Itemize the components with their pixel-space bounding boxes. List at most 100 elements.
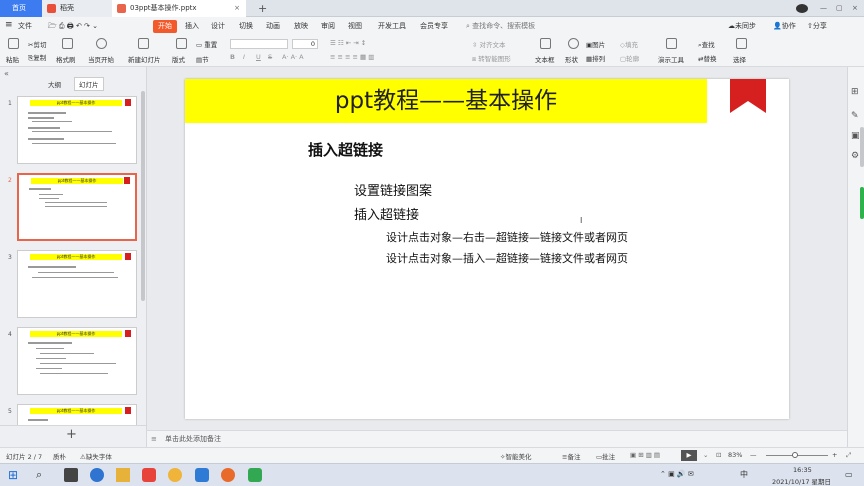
tab-home[interactable]: 首页 [0,0,42,17]
slide-thumbnail-3[interactable]: ppt教程——基本操作 [17,250,137,318]
hamburger-icon[interactable]: ≡ [5,19,13,32]
maximize-icon[interactable]: ▢ [836,0,843,17]
slide-sub-bullet-1[interactable]: 设计点击对象—右击—超链接—链接文件或者网页 [386,229,628,245]
menu-vip[interactable]: 会员专享 [420,20,448,33]
clock-time[interactable]: 16:35 [793,466,812,474]
paste-button[interactable]: 粘贴 [6,54,19,64]
property-icon[interactable]: ⊞ [851,87,859,97]
comments-button[interactable]: ▭批注 [596,451,615,461]
task-view-icon[interactable] [64,468,78,482]
layout-button[interactable]: 版式 [172,54,185,64]
side-green-indicator[interactable] [860,187,864,219]
menu-start[interactable]: 开始 [153,20,177,33]
fill-button[interactable]: ◇填充 [620,39,638,49]
menu-design[interactable]: 设计 [211,20,225,33]
menu-review[interactable]: 审阅 [321,20,335,33]
italic-button[interactable]: I [243,53,245,61]
slide-thumbnail-1[interactable]: ppt教程——基本操作 [17,96,137,164]
notification-icon[interactable]: ▭ [845,470,853,479]
play-from-current-button[interactable]: 当页开始 [88,54,114,64]
add-slide-icon[interactable]: + [66,427,77,442]
list-icons[interactable]: ☰ ☷ ⇤ ⇥ ↕ [330,39,366,47]
edge-icon[interactable] [90,468,104,482]
zoom-level[interactable]: 83% [728,451,742,459]
file-explorer-icon[interactable] [116,468,130,482]
slide[interactable] [185,79,789,419]
sync-status[interactable]: ☁未同步 [728,20,756,33]
outline-button[interactable]: ▢轮廓 [620,53,639,63]
clock-date[interactable]: 2021/10/17 星期日 [772,476,831,486]
menu-developer[interactable]: 开发工具 [378,20,406,33]
slide-title[interactable]: ppt教程——基本操作 [185,79,707,123]
canvas-scrollbar[interactable] [860,127,864,167]
play-dropdown-icon[interactable]: ⌄ [703,451,708,459]
shape-button[interactable]: 形状 [565,54,578,64]
menu-slideshow[interactable]: 放映 [294,20,308,33]
slide-sub-bullet-2[interactable]: 设计点击对象—插入—超链接—链接文件或者网页 [386,250,628,266]
command-search[interactable]: ⌕ 查找命令、搜索模板 [466,20,535,33]
align-text-button[interactable]: ⇳ 对齐文本 [472,39,506,49]
menu-transition[interactable]: 切换 [239,20,253,33]
copy-button[interactable]: ⎘复制 [28,52,46,63]
format-painter-button[interactable]: 格式刷 [56,54,76,64]
tab-daoke[interactable]: 稻壳 [42,0,112,17]
slide-thumbnail-2[interactable]: ppt教程——基本操作 [17,173,137,241]
slide-bullet-1[interactable]: 设置链接图案 [354,180,432,199]
collab-button[interactable]: 👤协作 [773,20,796,33]
textbox-button[interactable]: 文本框 [535,54,555,64]
slide-thumbnail-5[interactable]: ppt教程——基本操作 [17,404,137,425]
minimize-icon[interactable]: — [820,0,827,17]
theme-name[interactable]: 质朴 [53,451,66,461]
new-slide-button[interactable]: 新建幻灯片 [128,54,161,64]
ime-indicator[interactable]: 中 [740,469,748,480]
tab-outline[interactable]: 大纲 [48,79,61,89]
cut-button[interactable]: ✂剪切 [28,39,46,49]
fit-icon[interactable]: ⊡ [716,451,721,459]
thumbnail-scrollbar[interactable] [141,91,145,301]
slide-thumbnail-4[interactable]: ppt教程——基本操作 [17,327,137,395]
windows-start-icon[interactable]: ⊞ [8,468,22,482]
beautify-button[interactable]: ✧智能美化 [500,451,531,461]
app2-icon[interactable] [195,468,209,482]
close-tab-icon[interactable]: × [234,0,240,17]
slide-bullet-2[interactable]: 插入超链接 [354,204,419,223]
collapse-panel-icon[interactable]: « [4,69,9,78]
smartart-button[interactable]: ⧈ 转智能图形 [472,53,511,64]
replace-button[interactable]: ⇄替换 [698,53,716,63]
picture-button[interactable]: ▣图片 [586,39,605,49]
notes-button[interactable]: ≡备注 [562,451,580,461]
zoom-in-icon[interactable]: + [832,451,837,459]
slide-heading[interactable]: 插入超链接 [308,139,383,160]
play-slideshow-icon[interactable]: ▶ [681,450,697,461]
strike-button[interactable]: S [268,53,272,61]
style-icon[interactable]: ▣ [851,131,860,141]
quick-access-icons[interactable]: 🗁 ⎙ 🖨 ↶ ↷ ⌄ [48,20,98,33]
search-icon[interactable]: ⌕ [36,468,50,482]
bold-button[interactable]: B [230,53,235,61]
font-color-icons[interactable]: A· A· A [282,53,304,61]
tab-document[interactable]: 03ppt基本操作.pptx × [112,0,246,17]
notes-pane[interactable]: ≡ 单击此处添加备注 [147,430,847,447]
app3-icon[interactable] [221,468,235,482]
avatar[interactable] [796,4,808,13]
underline-button[interactable]: U [256,53,261,61]
close-window-icon[interactable]: × [852,0,858,17]
zoom-slider-thumb[interactable] [792,452,798,458]
tab-slides[interactable]: 幻灯片 [74,77,104,91]
font-name-select[interactable] [230,39,288,49]
menu-file[interactable]: 文件 [18,20,32,33]
menu-insert[interactable]: 插入 [185,20,199,33]
pin-icon[interactable]: ✎ [851,111,859,121]
section-button[interactable]: ▤节 [196,54,209,64]
new-tab-icon[interactable]: + [258,0,267,17]
menu-animation[interactable]: 动画 [266,20,280,33]
find-button[interactable]: ⌕查找 [698,39,715,50]
share-button[interactable]: ⇧分享 [807,20,827,33]
settings-icon[interactable]: ⚙ [851,151,859,161]
app4-icon[interactable] [248,468,262,482]
tray-icons[interactable]: ⌃ ▣ 🔊 ✉ [660,470,694,478]
presenter-button[interactable]: 演示工具 [658,54,684,64]
reset-button[interactable]: ▭ 重置 [196,39,217,49]
arrange-button[interactable]: ▦排列 [586,53,605,63]
align-icons[interactable]: ≡ ≡ ≡ ≡ ▦ ▥ [330,53,374,61]
